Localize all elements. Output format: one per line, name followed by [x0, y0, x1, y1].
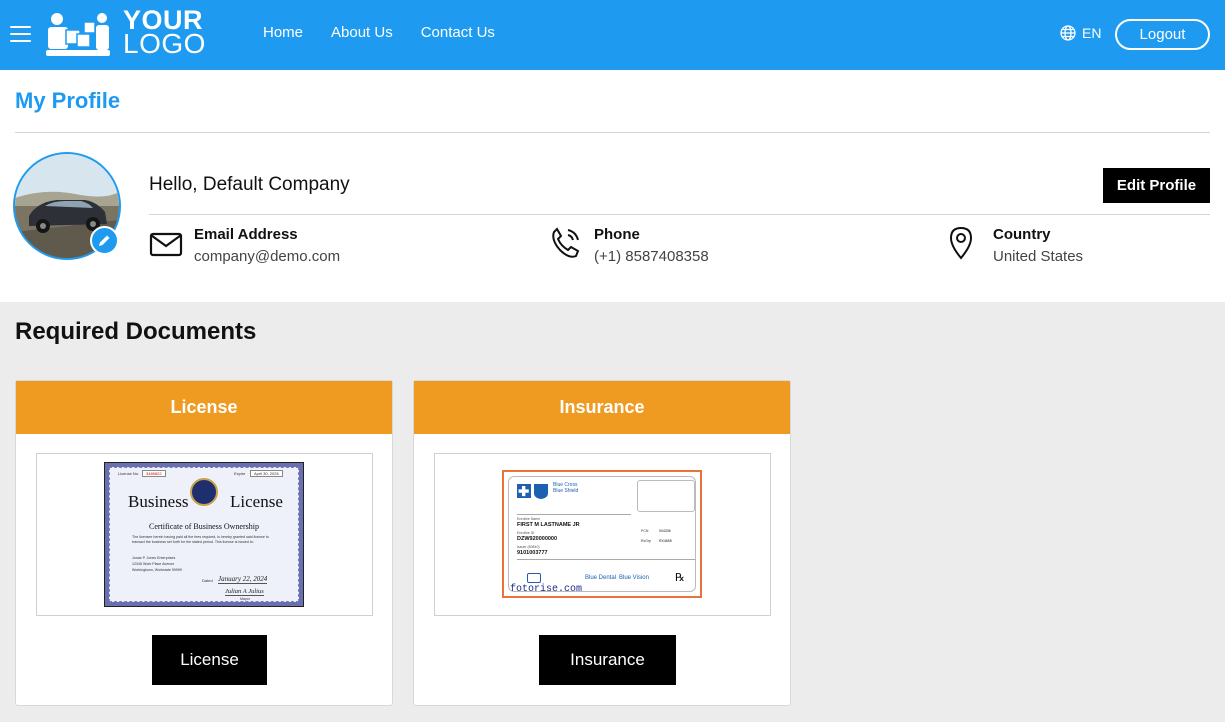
- rx-icon: ℞: [675, 572, 685, 584]
- license-subtitle: Certificate of Business Ownership: [149, 522, 259, 531]
- license-number-label: License No.: [118, 471, 140, 476]
- insurance-document-image: Blue Cross Blue Shield Enrollee Name FIR…: [502, 470, 702, 598]
- nav-home[interactable]: Home: [263, 24, 303, 41]
- license-expire-label: Expire: [234, 471, 246, 476]
- watermark-text: fotorise.com: [510, 584, 583, 595]
- email-value: company@demo.com: [194, 248, 341, 265]
- divider: [149, 214, 1210, 215]
- issuer-label: Issuer (80840): [517, 545, 540, 549]
- license-button[interactable]: License: [152, 635, 267, 685]
- nav-contact-us[interactable]: Contact Us: [421, 24, 495, 41]
- envelope-icon: [149, 232, 183, 257]
- briefcase-icon: [527, 573, 541, 583]
- card-chip-area: [637, 480, 695, 512]
- country-value: United States: [993, 248, 1084, 265]
- language-label: EN: [1082, 25, 1102, 41]
- page-title: My Profile: [15, 88, 121, 113]
- logout-button[interactable]: Logout: [1115, 19, 1210, 50]
- enrollee-id-label: Enrollee ID: [517, 531, 535, 535]
- seal-icon: [190, 478, 218, 506]
- rxgrp-label: RxGrp: [641, 539, 652, 543]
- license-address-2: Workingtown, Workstate 99999: [132, 568, 182, 572]
- brand-line-2: Blue Shield: [553, 488, 579, 494]
- phone-label: Phone: [594, 226, 640, 243]
- divider: [15, 132, 1210, 133]
- license-title-left: Business: [128, 492, 189, 511]
- license-number: 3489822: [142, 470, 166, 477]
- documents-title: Required Documents: [15, 318, 257, 345]
- insurance-card: Insurance Blue Cross Blue Shield Enrolle…: [413, 380, 791, 706]
- enrollee-name-label: Enrollee Name: [517, 517, 541, 521]
- blue-cross-shield-icon: [517, 484, 548, 499]
- license-expire-date: April 30, 2026: [250, 470, 283, 477]
- logo-text[interactable]: YOUR LOGO: [123, 7, 206, 59]
- insurance-card-header: Insurance: [414, 381, 790, 434]
- language-selector[interactable]: EN: [1060, 25, 1101, 41]
- country-info: Country United States: [948, 226, 1083, 268]
- license-owner: Jonas P. Jones Enterprises: [132, 556, 176, 560]
- main-nav: Home About Us Contact Us: [263, 24, 495, 41]
- issuer-number: 9101003777: [517, 550, 548, 556]
- license-address-1: 12345 Work Place Avenue: [132, 562, 175, 566]
- greeting: Hello, Default Company: [149, 174, 350, 195]
- blue-dental-label: Blue Dental: [585, 575, 617, 581]
- license-title-right: License: [230, 492, 283, 511]
- menu-icon[interactable]: [10, 26, 31, 43]
- phone-info: Phone (+1) 8587408358: [549, 226, 709, 268]
- nav-about-us[interactable]: About Us: [331, 24, 393, 41]
- top-navbar: YOUR LOGO Home About Us Contact Us EN Lo…: [0, 0, 1225, 70]
- edit-profile-button[interactable]: Edit Profile: [1103, 168, 1210, 203]
- license-body: The licensee herein having paid all the …: [132, 535, 269, 544]
- phone-value: (+1) 8587408358: [594, 248, 709, 265]
- pcn-label: PCN: [641, 529, 649, 533]
- insurance-image-frame[interactable]: Blue Cross Blue Shield Enrollee Name FIR…: [434, 453, 771, 616]
- pencil-icon: [99, 235, 110, 246]
- insurance-button[interactable]: Insurance: [539, 635, 676, 685]
- email-label: Email Address: [194, 226, 298, 243]
- map-pin-icon: [949, 226, 973, 260]
- blue-vision-label: Blue Vision: [619, 575, 649, 581]
- pcn-value: 004336: [659, 529, 671, 533]
- avatar-edit-button[interactable]: [90, 226, 119, 255]
- divider: [517, 514, 631, 515]
- email-info: Email Address company@demo.com: [149, 226, 340, 268]
- license-card: License License No. 3489822 Expire April…: [15, 380, 393, 706]
- logo-icon: [46, 13, 110, 56]
- logo-line-2: LOGO: [123, 28, 206, 59]
- globe-icon: [1060, 25, 1076, 41]
- license-signer-title: Mayor: [240, 597, 250, 601]
- rxgrp-value: RX4655: [659, 539, 672, 543]
- license-document-image: License No. 3489822 Expire April 30, 202…: [104, 462, 304, 607]
- license-date-label: Dated: [202, 578, 213, 583]
- license-image-frame[interactable]: License No. 3489822 Expire April 30, 202…: [36, 453, 373, 616]
- phone-icon: [552, 227, 580, 258]
- enrollee-name: FIRST M LASTNAME JR: [517, 522, 580, 528]
- enrollee-id: DZW920000000: [517, 536, 558, 542]
- divider: [517, 559, 695, 560]
- license-card-header: License: [16, 381, 392, 434]
- country-label: Country: [993, 226, 1051, 243]
- license-signature: Julian A Julius: [225, 588, 264, 596]
- profile-section: My Profile Hello, Default Company Edit P…: [0, 70, 1225, 302]
- license-date: January 22, 2024: [218, 575, 268, 584]
